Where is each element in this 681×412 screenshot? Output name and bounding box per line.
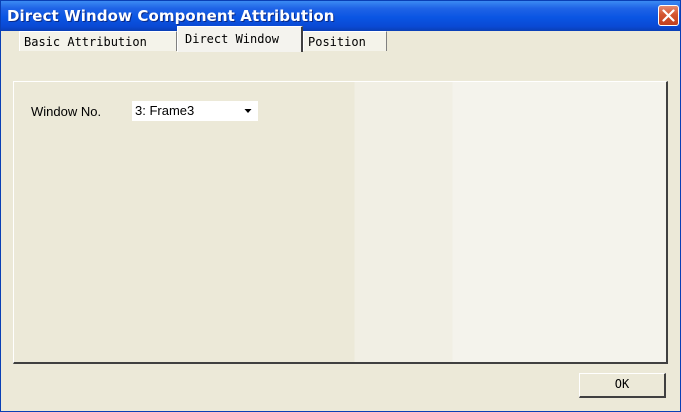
close-icon xyxy=(662,9,675,22)
ok-button[interactable]: OK xyxy=(579,373,666,398)
window-title: Direct Window Component Attribution xyxy=(7,7,335,25)
chevron-down-icon xyxy=(244,109,252,113)
ok-label: OK xyxy=(614,377,630,391)
tab-label: Basic Attribution xyxy=(24,35,147,49)
window-no-dropdown[interactable]: 3: Frame3 xyxy=(132,101,258,121)
tab-panel xyxy=(13,81,668,364)
close-button[interactable] xyxy=(658,5,679,26)
tab-direct-window[interactable]: Direct Window xyxy=(177,26,303,52)
tab-label: Direct Window xyxy=(185,32,279,46)
window-no-label: Window No. xyxy=(31,104,102,119)
tab-label: Position xyxy=(308,35,366,49)
dropdown-button[interactable] xyxy=(238,101,258,121)
tab-basic-attribution[interactable]: Basic Attribution xyxy=(19,31,177,51)
window-no-value: 3: Frame3 xyxy=(135,103,195,118)
tab-position[interactable]: Position xyxy=(303,31,387,51)
dialog-window: Direct Window Component Attribution Basi… xyxy=(0,0,681,412)
title-bar[interactable]: Direct Window Component Attribution xyxy=(1,1,680,31)
